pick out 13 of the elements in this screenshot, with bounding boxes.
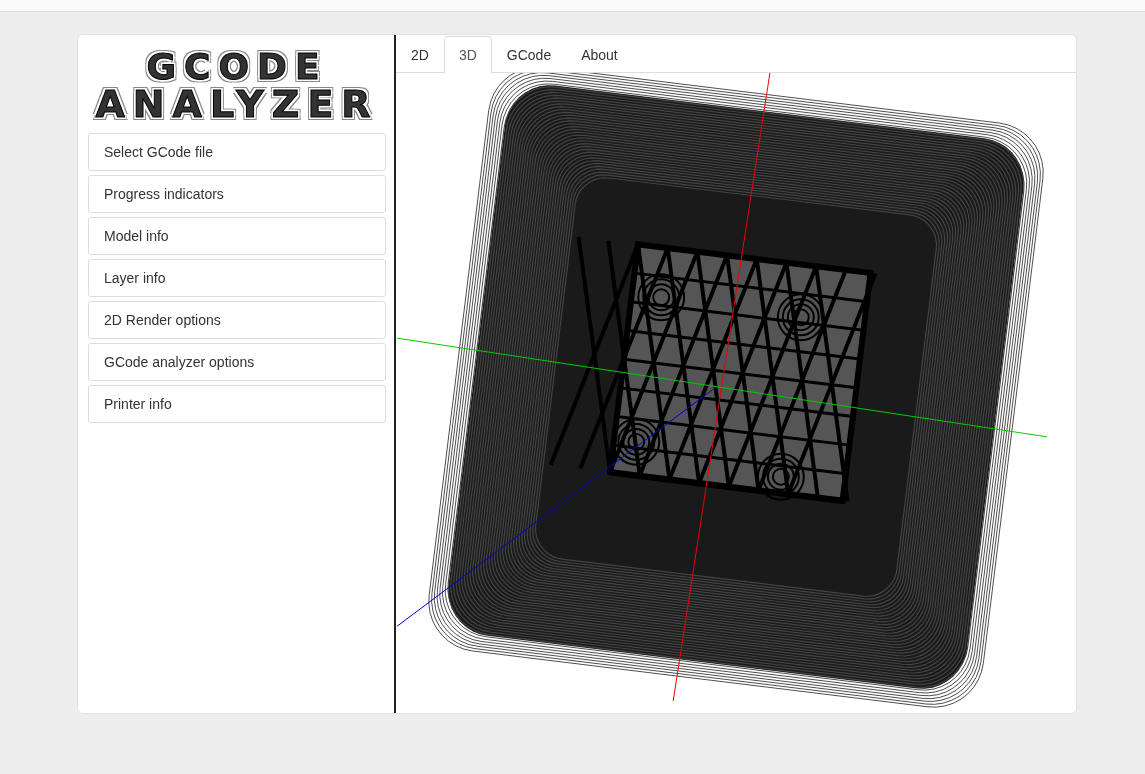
sidebar-item[interactable]: Progress indicators [88, 175, 386, 213]
sidebar-item[interactable]: Layer info [88, 259, 386, 297]
tab[interactable]: GCode [491, 36, 567, 73]
sidebar-item[interactable]: 2D Render options [88, 301, 386, 339]
sidebar-item[interactable]: Printer info [88, 385, 386, 423]
logo-text: GCODE [146, 49, 328, 85]
tab[interactable]: 2D [396, 36, 444, 73]
tab[interactable]: 3D [443, 36, 492, 73]
logo-text: ANALYZER [95, 85, 379, 123]
sidebar-item[interactable]: Select GCode file [88, 133, 386, 171]
sidebar-item[interactable]: GCode analyzer options [88, 343, 386, 381]
sidebar-item[interactable]: Model info [88, 217, 386, 255]
tab[interactable]: About [566, 36, 633, 73]
